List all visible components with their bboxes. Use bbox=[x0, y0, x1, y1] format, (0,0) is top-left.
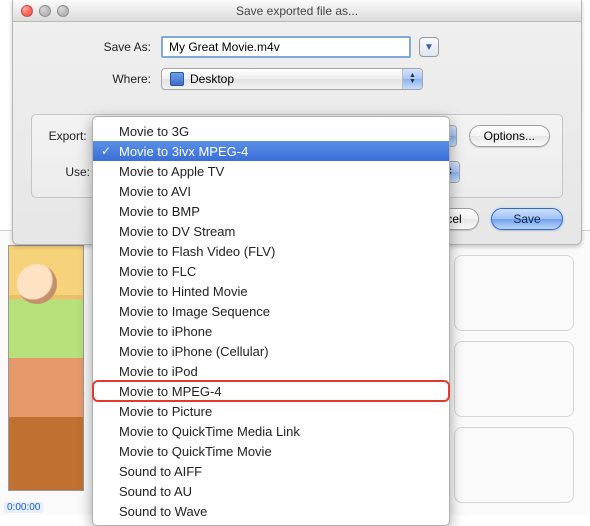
export-menu-item[interactable]: Movie to Image Sequence bbox=[93, 301, 449, 321]
export-menu-item-label: Movie to Apple TV bbox=[119, 164, 224, 179]
export-menu-item[interactable]: Sound to Wave bbox=[93, 501, 449, 521]
export-menu-item[interactable]: Sound to AU bbox=[93, 481, 449, 501]
export-menu-item[interactable]: Movie to Flash Video (FLV) bbox=[93, 241, 449, 261]
export-menu-item-label: Movie to Picture bbox=[119, 404, 212, 419]
export-label: Export: bbox=[44, 129, 97, 143]
export-menu-item-label: Movie to 3G bbox=[119, 124, 189, 139]
popup-arrows-icon: ▲▼ bbox=[402, 69, 422, 89]
export-menu-item-label: Sound to Wave bbox=[119, 504, 207, 519]
export-menu-item-label: Movie to iPhone (Cellular) bbox=[119, 344, 269, 359]
export-menu-item-label: Movie to Hinted Movie bbox=[119, 284, 248, 299]
window-title: Save exported file as... bbox=[13, 4, 581, 18]
checkmark-icon: ✓ bbox=[101, 144, 111, 158]
export-menu-item[interactable]: Movie to DV Stream bbox=[93, 221, 449, 241]
export-menu-item[interactable]: Movie to 3G bbox=[93, 121, 449, 141]
export-menu-item-label: Movie to BMP bbox=[119, 204, 200, 219]
export-menu-item[interactable]: Movie to iPhone bbox=[93, 321, 449, 341]
export-menu-item-label: Movie to FLC bbox=[119, 264, 196, 279]
export-menu-item[interactable]: Movie to Apple TV bbox=[93, 161, 449, 181]
export-menu-item-label: Sound to AU bbox=[119, 484, 192, 499]
export-menu-item[interactable]: Movie to BMP bbox=[93, 201, 449, 221]
grid-cell bbox=[454, 341, 574, 417]
export-menu-item-label: Movie to QuickTime Movie bbox=[119, 444, 272, 459]
export-menu-item[interactable]: Movie to FLC bbox=[93, 261, 449, 281]
export-menu-item-label: Movie to 3ivx MPEG-4 bbox=[119, 144, 248, 159]
chevron-down-icon: ▼ bbox=[424, 42, 434, 53]
export-menu-item-label: Movie to QuickTime Media Link bbox=[119, 424, 300, 439]
thumbnail-preview bbox=[8, 245, 84, 491]
export-menu-item[interactable]: Movie to AVI bbox=[93, 181, 449, 201]
export-menu-item[interactable]: Movie to Picture bbox=[93, 401, 449, 421]
grid-cell bbox=[454, 255, 574, 331]
titlebar: Save exported file as... bbox=[13, 0, 581, 22]
where-value: Desktop bbox=[190, 72, 422, 86]
export-menu-item-label: Movie to iPod bbox=[119, 364, 198, 379]
export-menu-item[interactable]: Movie to iPhone (Cellular) bbox=[93, 341, 449, 361]
export-menu-item-label: Movie to Flash Video (FLV) bbox=[119, 244, 275, 259]
export-menu-item-label: Sound to AIFF bbox=[119, 464, 202, 479]
export-menu-item[interactable]: Movie to QuickTime Movie bbox=[93, 441, 449, 461]
grid-cell bbox=[454, 427, 574, 503]
save-form: Save As: ▼ Where: Desktop ▲▼ bbox=[13, 22, 581, 106]
desktop-icon bbox=[170, 72, 184, 86]
export-menu-item-label: Movie to iPhone bbox=[119, 324, 212, 339]
window-controls bbox=[13, 5, 69, 17]
export-menu-item[interactable]: Sound to AIFF bbox=[93, 461, 449, 481]
export-menu-item[interactable]: Movie to Hinted Movie bbox=[93, 281, 449, 301]
options-button[interactable]: Options... bbox=[469, 125, 550, 147]
export-format-menu[interactable]: Movie to 3G ✓ Movie to 3ivx MPEG-4 Movie to… bbox=[92, 116, 450, 526]
export-menu-item[interactable]: ✓ Movie to 3ivx MPEG-4 bbox=[93, 141, 449, 161]
save-button[interactable]: Save bbox=[491, 208, 563, 230]
expand-save-panel-button[interactable]: ▼ bbox=[419, 37, 439, 57]
save-as-label: Save As: bbox=[31, 40, 161, 54]
where-label: Where: bbox=[31, 72, 161, 86]
export-menu-item[interactable]: Movie to iPod bbox=[93, 361, 449, 381]
zoom-window-button[interactable] bbox=[57, 5, 69, 17]
minimize-window-button[interactable] bbox=[39, 5, 51, 17]
save-as-input[interactable] bbox=[161, 36, 411, 58]
timecode-label: 0:00:00 bbox=[4, 502, 43, 513]
export-menu-item-label: Movie to MPEG-4 bbox=[119, 384, 222, 399]
export-menu-item-label: Movie to AVI bbox=[119, 184, 191, 199]
where-popup[interactable]: Desktop ▲▼ bbox=[161, 68, 423, 90]
export-menu-item-label: Movie to Image Sequence bbox=[119, 304, 270, 319]
close-window-button[interactable] bbox=[21, 5, 33, 17]
export-menu-item[interactable]: Movie to QuickTime Media Link bbox=[93, 421, 449, 441]
export-menu-item[interactable]: Movie to MPEG-4 bbox=[93, 381, 449, 401]
export-menu-item-label: Movie to DV Stream bbox=[119, 224, 235, 239]
